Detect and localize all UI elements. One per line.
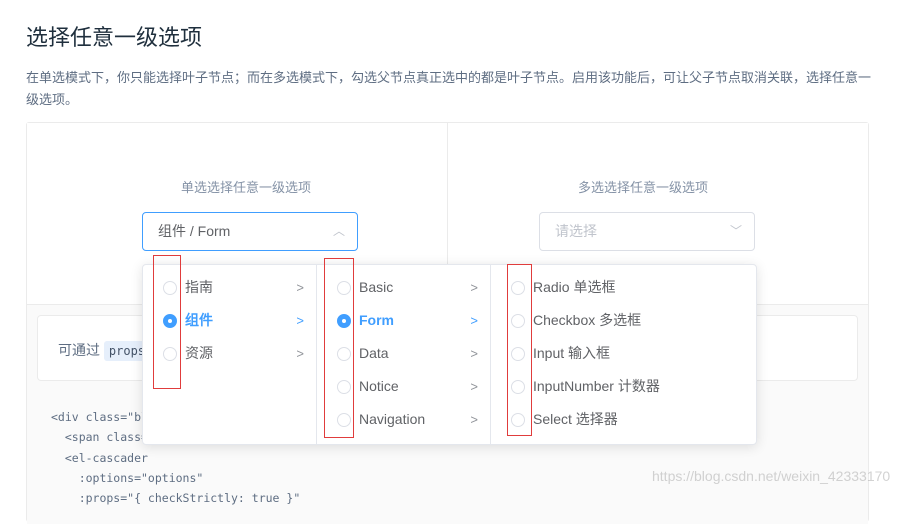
highlight-box [324,258,354,438]
option-label: Input 输入框 [533,345,611,361]
tip-text: 可通过 [58,342,100,358]
chevron-right-icon: > [470,346,478,361]
single-value: 组件 / Form [158,223,231,239]
option-label: Checkbox 多选框 [533,312,642,328]
single-label: 单选选择任意一级选项 [181,180,312,195]
option-label: Radio 单选框 [533,279,616,295]
highlight-box [153,255,181,389]
chevron-right-icon: > [296,280,304,295]
chevron-down-icon: ﹀ [729,224,742,238]
multiple-cascader-input[interactable]: 请选择 ﹀ [539,212,755,251]
single-cascader-input[interactable]: 组件 / Form ︿ [142,212,358,251]
option-label: Data [359,345,389,361]
watermark: https://blog.csdn.net/weixin_42333170 [652,468,891,484]
option-label: Basic [359,279,394,295]
chevron-right-icon: > [296,313,304,328]
option-label: 指南 [185,279,213,295]
option-label: Notice [359,378,399,394]
multiple-placeholder: 请选择 [555,223,597,239]
option-label: InputNumber 计数器 [533,378,660,394]
code-line: :options="options" [51,470,204,485]
cascader-dropdown: 指南 > 组件 > 资源 > Basic > Form > Data > Notice > Navigat… [142,264,757,445]
option-label: 资源 [185,345,213,361]
code-line: :props="{ checkStrictly: true }" [51,491,301,506]
highlight-box [507,264,532,436]
chevron-right-icon: > [470,379,478,394]
option-label: 组件 [185,312,213,328]
multiple-label: 多选选择任意一级选项 [578,180,709,195]
chevron-up-icon: ︿ [332,224,345,238]
code-line: <el-cascader [51,450,148,465]
page-title: 选择任意一级选项 [26,25,203,50]
description: 在单选模式下，你只能选择叶子节点；而在多选模式下，勾选父节点真正选中的都是叶子节… [26,70,872,107]
chevron-right-icon: > [296,346,304,361]
option-label: Navigation [359,411,426,427]
chevron-right-icon: > [470,412,478,427]
option-label: Select 选择器 [533,411,618,427]
chevron-right-icon: > [470,280,478,295]
option-label: Form [359,312,394,328]
chevron-right-icon: > [470,313,478,328]
